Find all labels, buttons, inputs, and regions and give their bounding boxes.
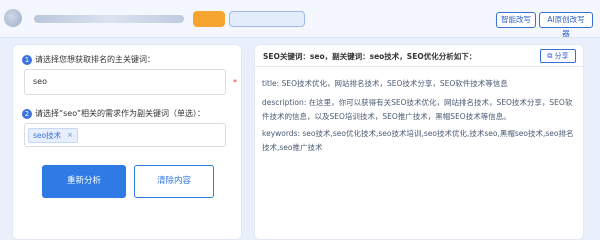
step2-heading: 2 请选择“seo”相关的需求作为副关键词（单选）： (22, 108, 205, 119)
secondary-keyword-select[interactable]: seo技术 × (24, 123, 226, 147)
result-description-line: description: 在这里，你可以获得有关SEO技术优化，网站排名技术，S… (262, 98, 573, 121)
tag-close-icon[interactable]: × (67, 129, 73, 142)
result-title-line: title: SEO技术优化，网站排名技术，SEO技术分享，SEO软件技术等信息 (262, 79, 508, 88)
share-label: 分享 (554, 52, 569, 60)
share-icon: ⧉ (547, 52, 553, 60)
vip-badge (193, 11, 225, 27)
ai-rewrite-button[interactable]: 智能改写 (496, 12, 536, 28)
step1-number: 1 (22, 54, 32, 65)
app-logo (4, 9, 22, 27)
keyword-form-panel: 1 请选择您想获取排名的主关键词： seo * 2 请选择“seo”相关的需求作… (12, 44, 242, 240)
step2-label: 请选择“seo”相关的需求作为副关键词（单选）： (35, 109, 205, 118)
clear-content-button[interactable]: 清除内容 (134, 165, 214, 198)
top-bar: 智能改写 AI原创改写器 (0, 0, 600, 38)
step2-number: 2 (22, 108, 32, 119)
share-button[interactable]: ⧉ 分享 (540, 49, 576, 63)
ai-original-rewriter-button[interactable]: AI原创改写器 (539, 12, 593, 38)
reanalyze-button[interactable]: 重新分析 (42, 165, 126, 198)
result-keywords-line: keywords: seo技术,seo优化技术,seo技术培训,seo技术优化,… (262, 129, 574, 152)
required-mark: * (233, 78, 237, 87)
selected-keyword-label: seo技术 (33, 131, 62, 140)
step1-heading: 1 请选择您想获取排名的主关键词： (22, 54, 155, 65)
result-header: SEO关键词：seo，副关键词：seo技术，SEO优化分析如下： ⧉ 分享 (255, 45, 583, 67)
result-title: SEO关键词：seo，副关键词：seo技术，SEO优化分析如下： (263, 52, 477, 61)
selected-keyword-tag[interactable]: seo技术 × (28, 128, 78, 143)
blurred-account-button[interactable] (229, 11, 305, 27)
main-keyword-input[interactable]: seo (24, 69, 226, 95)
step1-label: 请选择您想获取排名的主关键词： (35, 55, 155, 64)
analysis-result-panel: SEO关键词：seo，副关键词：seo技术，SEO优化分析如下： ⧉ 分享 ti… (254, 44, 584, 240)
blurred-user-info (34, 15, 184, 23)
